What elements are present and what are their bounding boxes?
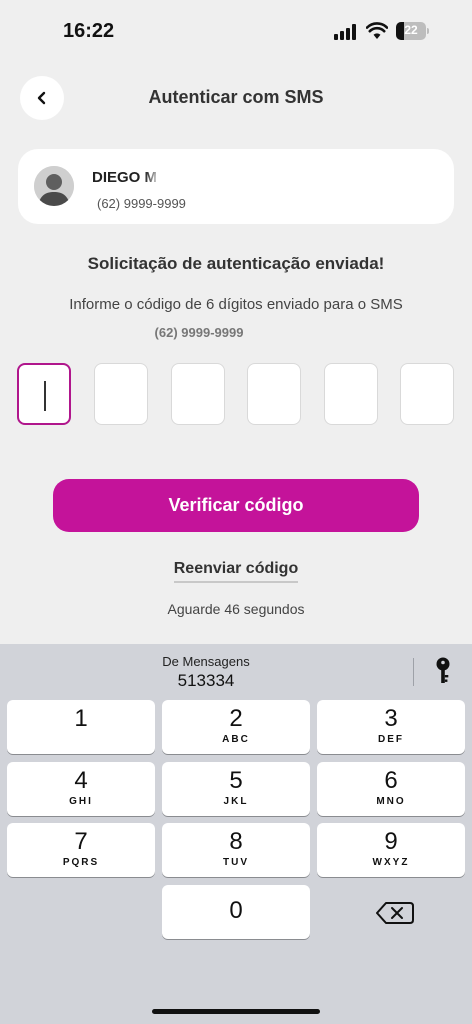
key-3[interactable]: 3 DEF	[317, 700, 465, 754]
wait-countdown: Aguarde 46 segundos	[167, 601, 305, 617]
delete-backspace-icon[interactable]	[372, 898, 418, 928]
wifi-icon	[366, 22, 388, 39]
key-5[interactable]: 5 JKL	[162, 762, 310, 816]
key-9[interactable]: 9 WXYZ	[317, 823, 465, 877]
code-digit-input-3[interactable]	[171, 363, 225, 425]
user-name: DIEGO M	[92, 169, 158, 186]
page-title: Autenticar com SMS	[148, 87, 324, 107]
key-icon[interactable]	[432, 656, 454, 686]
user-phone: (62) 9999-9999	[97, 196, 186, 211]
key-7[interactable]: 7 PQRS	[7, 823, 155, 877]
suggestion-source: De Mensagens	[162, 654, 250, 669]
info-phone: (62) 9999-9999	[154, 325, 244, 340]
verify-code-button[interactable]: Verificar código	[53, 479, 419, 532]
key-letters: TUV	[223, 857, 249, 868]
key-letters: GHI	[69, 796, 93, 807]
key-digit: 9	[384, 828, 398, 855]
key-4[interactable]: 4 GHI	[7, 762, 155, 816]
code-digit-input-5[interactable]	[324, 363, 378, 425]
key-digit: 4	[74, 767, 88, 794]
account-card: DIEGO M (62) 9999-9999	[18, 149, 454, 224]
info-text: Informe o código de 6 dígitos enviado pa…	[69, 296, 403, 313]
key-2[interactable]: 2 ABC	[162, 700, 310, 754]
key-letters: DEF	[378, 734, 404, 745]
key-letters: PQRS	[62, 857, 100, 868]
key-0[interactable]: 0	[162, 885, 310, 939]
key-letters: JKL	[223, 796, 249, 807]
key-digit: 2	[229, 705, 243, 732]
user-avatar-icon	[34, 166, 74, 206]
text-cursor	[44, 381, 46, 411]
key-digit: 3	[384, 705, 398, 732]
avatar	[34, 166, 74, 206]
status-bar: 16:22 22	[0, 0, 472, 60]
key-digit: 5	[229, 767, 243, 794]
key-6[interactable]: 6 MNO	[317, 762, 465, 816]
key-digit: 8	[229, 828, 243, 855]
code-digit-input-6[interactable]	[400, 363, 454, 425]
numeric-keyboard: De Mensagens 513334 1 2 ABC 3 DEF 4 GHI	[0, 644, 472, 1024]
key-letters: ABC	[222, 734, 250, 745]
code-input-row	[17, 363, 455, 427]
resend-code-link[interactable]: Reenviar código	[173, 560, 299, 583]
key-1[interactable]: 1	[7, 700, 155, 754]
key-digit: 1	[74, 705, 88, 732]
key-digit: 6	[384, 767, 398, 794]
screen: 16:22 22 Autenticar com SMS DIEGO M (62)…	[0, 0, 472, 1024]
battery-icon: 22	[396, 22, 429, 40]
code-digit-input-1[interactable]	[17, 363, 71, 425]
suggestion-divider	[413, 658, 414, 686]
key-digit: 7	[74, 828, 88, 855]
key-letters: MNO	[376, 796, 406, 807]
battery-level: 22	[404, 23, 418, 37]
key-letters: WXYZ	[372, 857, 410, 868]
key-8[interactable]: 8 TUV	[162, 823, 310, 877]
resend-container: Reenviar código	[0, 560, 472, 583]
autofill-suggestion[interactable]: De Mensagens 513334	[0, 654, 412, 691]
cellular-signal-icon	[334, 24, 358, 40]
home-indicator[interactable]	[152, 1009, 320, 1014]
status-time: 16:22	[63, 20, 115, 42]
code-digit-input-4[interactable]	[247, 363, 301, 425]
name-redaction	[158, 171, 248, 187]
code-digit-input-2[interactable]	[94, 363, 148, 425]
auth-heading: Solicitação de autenticação enviada!	[87, 254, 385, 273]
key-digit: 0	[229, 897, 243, 924]
suggestion-code: 513334	[177, 671, 235, 690]
